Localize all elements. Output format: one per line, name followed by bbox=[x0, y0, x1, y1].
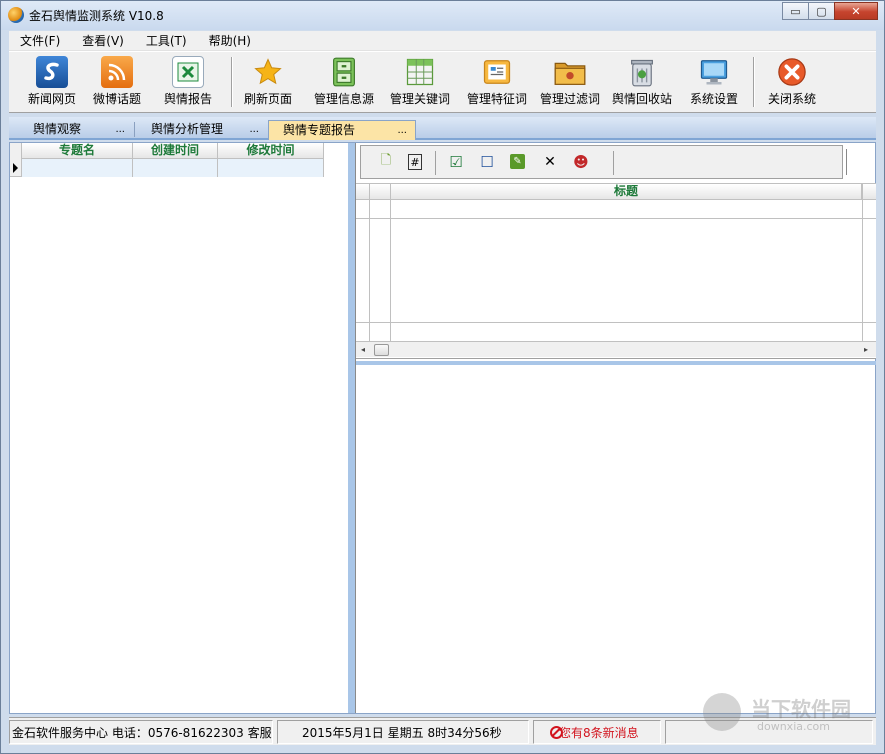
column-created-time[interactable]: 创建时间 bbox=[133, 143, 218, 159]
status-datetime: 2015年5月1日 星期五 8时34分56秒 bbox=[277, 720, 529, 744]
row-indicator bbox=[10, 159, 22, 176]
topic-list-pane: 专题名 创建时间 修改时间 bbox=[10, 143, 347, 713]
tab-more-icon[interactable]: ... bbox=[115, 120, 125, 139]
hash-icon[interactable]: # bbox=[408, 154, 422, 170]
monitor-icon bbox=[698, 56, 730, 88]
table-row[interactable] bbox=[10, 159, 324, 177]
menu-view[interactable]: 查看(V) bbox=[71, 31, 135, 51]
recycle-bin-button[interactable]: 舆情回收站 bbox=[609, 56, 675, 107]
report-items-grid: 标题 ◂ ▸ bbox=[356, 183, 876, 359]
tab-opinion-watch[interactable]: 舆情观察 ... bbox=[11, 120, 133, 140]
scroll-thumb[interactable] bbox=[374, 344, 389, 356]
watermark-circle-icon bbox=[703, 693, 741, 731]
vertical-splitter[interactable] bbox=[347, 143, 355, 713]
status-message-alert[interactable]: 您有8条新消息 bbox=[533, 720, 661, 744]
tab-topic-report[interactable]: 舆情专题报告 ... bbox=[268, 120, 416, 140]
column-modified-time[interactable]: 修改时间 bbox=[218, 143, 324, 159]
report-button[interactable]: 舆情报告 bbox=[159, 56, 217, 107]
table-cell[interactable] bbox=[133, 159, 218, 177]
weibo-topic-button[interactable]: 微博话题 bbox=[88, 56, 146, 107]
report-grid-header: 标题 bbox=[356, 184, 876, 200]
watermark-logo: 当下软件园 downxia.com bbox=[701, 691, 871, 741]
column-topic-name[interactable]: 专题名 bbox=[22, 143, 133, 159]
rss-icon bbox=[101, 56, 133, 88]
close-system-button[interactable]: 关闭系统 bbox=[761, 56, 823, 107]
grid-row-line bbox=[356, 322, 876, 323]
toolbar-grip bbox=[846, 149, 849, 175]
row-header-corner bbox=[10, 143, 22, 159]
current-row-arrow-icon bbox=[13, 162, 18, 173]
tab-more-icon[interactable]: ... bbox=[397, 121, 407, 140]
status-service-info: 金石软件服务中心 电话：0576-81622303 客服 bbox=[9, 720, 273, 744]
table-cell[interactable] bbox=[22, 159, 133, 177]
recycle-bin-icon bbox=[626, 56, 658, 88]
toolbar-separator bbox=[753, 57, 755, 107]
news-web-icon bbox=[36, 56, 68, 88]
menu-tools[interactable]: 工具(T) bbox=[135, 31, 198, 51]
folder-icon bbox=[554, 56, 586, 88]
watermark-url: downxia.com bbox=[757, 720, 830, 733]
system-settings-button[interactable]: 系统设置 bbox=[683, 56, 745, 107]
topic-grid-header: 专题名 创建时间 修改时间 bbox=[10, 143, 324, 159]
tab-opinion-analysis[interactable]: 舆情分析管理 ... bbox=[129, 120, 267, 140]
table-icon bbox=[404, 56, 436, 88]
menu-file[interactable]: 文件(F) bbox=[9, 31, 71, 51]
report-toolbar: 🗋 # ☑ ☐ ✎ ✕ ☻ bbox=[360, 145, 843, 179]
app-window: 金石舆情监测系统 V10.8 ▭ ▢ ✕ 文件(F) 查看(V) 工具(T) 帮… bbox=[0, 0, 885, 754]
refresh-page-button[interactable]: 刷新页面 bbox=[239, 56, 297, 107]
scroll-left-icon[interactable]: ◂ bbox=[361, 345, 365, 354]
window-controls: ▭ ▢ ✕ bbox=[782, 2, 878, 20]
minimize-button[interactable]: ▭ bbox=[782, 2, 809, 20]
alert-prohibited-icon bbox=[550, 726, 563, 739]
tab-more-icon[interactable]: ... bbox=[249, 120, 259, 139]
tab-strip: 舆情观察 ... 舆情分析管理 ... 舆情专题报告 ... bbox=[9, 117, 876, 140]
title-bar[interactable]: 金石舆情监测系统 V10.8 ▭ ▢ ✕ bbox=[1, 1, 884, 30]
face-icon[interactable]: ☻ bbox=[572, 153, 590, 171]
menu-bar: 文件(F) 查看(V) 工具(T) 帮助(H) bbox=[9, 31, 876, 51]
window-title: 金石舆情监测系统 V10.8 bbox=[29, 9, 164, 23]
grid-column-line bbox=[390, 184, 391, 342]
grid-column-line bbox=[862, 184, 863, 342]
watermark-title: 当下软件园 bbox=[751, 697, 851, 721]
excel-icon bbox=[172, 56, 204, 88]
toolbar-separator bbox=[613, 151, 614, 175]
horizontal-scrollbar[interactable]: ◂ ▸ bbox=[356, 341, 876, 357]
scroll-right-icon[interactable]: ▸ bbox=[864, 345, 868, 354]
toolbar-separator bbox=[231, 57, 233, 107]
table-cell[interactable] bbox=[218, 159, 324, 177]
checkbox-checked-icon[interactable]: ☑ bbox=[447, 153, 465, 171]
status-alert-text: 您有8条新消息 bbox=[559, 726, 639, 740]
cabinet-icon bbox=[328, 56, 360, 88]
edit-icon[interactable]: ✎ bbox=[510, 154, 525, 169]
manage-keywords-button[interactable]: 管理关键词 bbox=[387, 56, 453, 107]
image-card-icon bbox=[481, 56, 513, 88]
main-content: 专题名 创建时间 修改时间 🗋 # ☑ ☐ ✎ ✕ ☻ 标题 ◂ ▸ bbox=[9, 142, 876, 714]
close-window-button[interactable]: ✕ bbox=[834, 2, 878, 20]
menu-help[interactable]: 帮助(H) bbox=[198, 31, 262, 51]
horizontal-splitter[interactable] bbox=[356, 361, 876, 365]
app-logo-icon bbox=[8, 7, 24, 23]
checkbox-empty-icon[interactable]: ☐ bbox=[478, 153, 496, 171]
main-toolbar: 新闻网页 微博话题 舆情报告 刷新页面 管理信息源 管理关键词 管理特征词 管理… bbox=[9, 51, 876, 113]
star-icon bbox=[252, 56, 284, 88]
manage-sources-button[interactable]: 管理信息源 bbox=[309, 56, 379, 107]
maximize-button[interactable]: ▢ bbox=[808, 2, 835, 20]
column-title[interactable]: 标题 bbox=[390, 184, 862, 200]
news-web-button[interactable]: 新闻网页 bbox=[23, 56, 81, 107]
delete-x-icon[interactable]: ✕ bbox=[541, 153, 559, 171]
grid-row-line bbox=[356, 218, 876, 219]
manage-feature-words-button[interactable]: 管理特征词 bbox=[464, 56, 530, 107]
report-detail-pane: 🗋 # ☑ ☐ ✎ ✕ ☻ 标题 ◂ ▸ bbox=[355, 143, 876, 713]
close-circle-icon bbox=[776, 56, 808, 88]
manage-filter-words-button[interactable]: 管理过滤词 bbox=[537, 56, 603, 107]
grid-column-line bbox=[369, 184, 370, 342]
toolbar-separator bbox=[435, 151, 436, 175]
new-doc-icon[interactable]: 🗋 bbox=[377, 153, 395, 171]
